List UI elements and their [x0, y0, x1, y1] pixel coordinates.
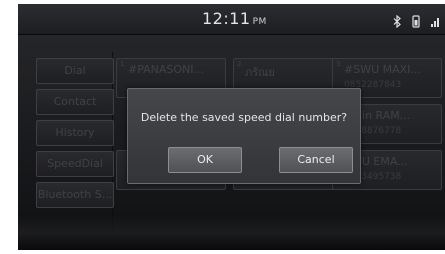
- status-icons: [387, 11, 439, 28]
- bluetooth-icon: [393, 15, 401, 28]
- delete-confirm-dialog: Delete the saved speed dial number? OK C…: [127, 88, 361, 184]
- phone-battery-icon: [412, 15, 420, 28]
- clock: 12:11 PM: [202, 9, 267, 28]
- dialog-message: Delete the saved speed dial number?: [140, 111, 348, 124]
- ok-button[interactable]: OK: [168, 147, 242, 173]
- clock-ampm: PM: [252, 17, 267, 27]
- status-bar: 12:11 PM: [18, 4, 445, 35]
- clock-time: 12:11: [202, 9, 251, 28]
- cancel-button[interactable]: Cancel: [279, 147, 353, 173]
- signal-icon: [431, 18, 439, 27]
- head-unit-screen: 12:11 PM Dial Contact History SpeedDial B…: [18, 4, 445, 250]
